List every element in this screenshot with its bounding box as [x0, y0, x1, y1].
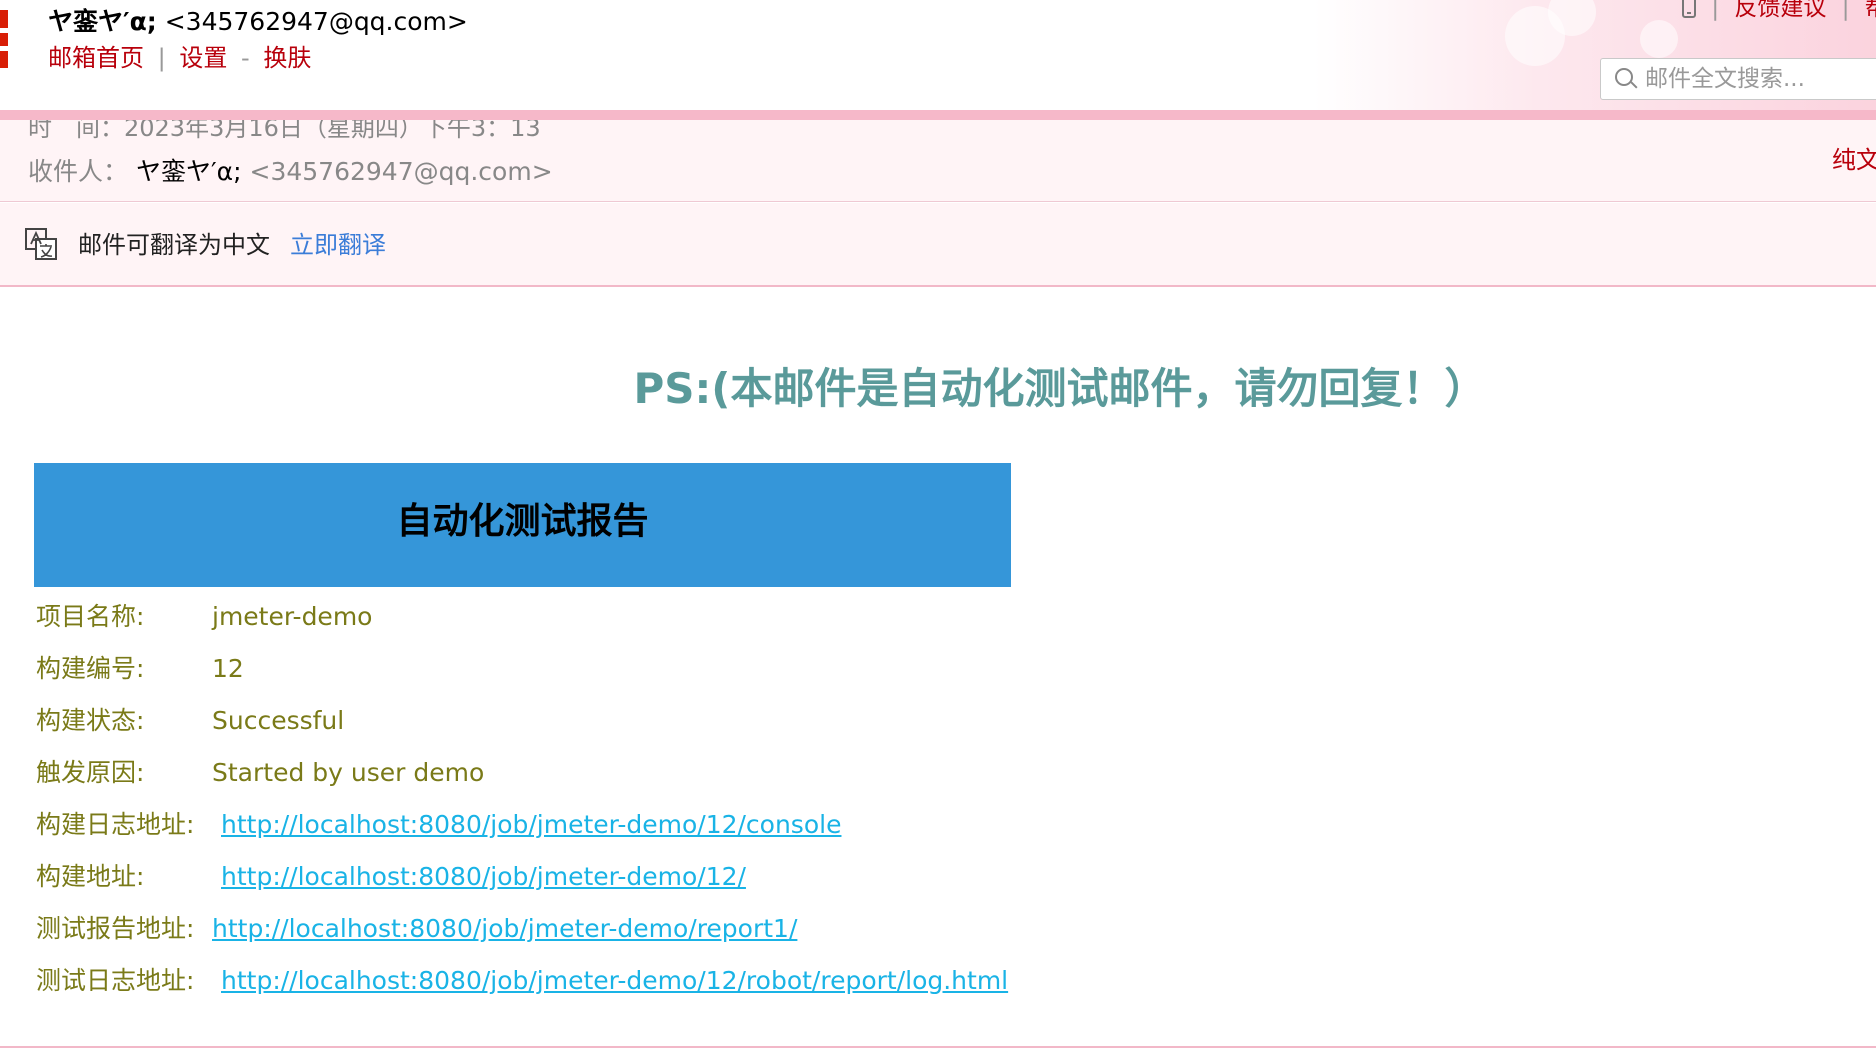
row-build-log-url: 构建日志地址: http://localhost:8080/job/jmeter… [34, 805, 1034, 857]
translate-bar: 邮件可翻译为中文 立即翻译 [0, 203, 1876, 287]
row-label: 项目名称: [36, 602, 145, 631]
decor-petal [1640, 20, 1678, 58]
row-build-url: 构建地址: http://localhost:8080/job/jmeter-d… [34, 857, 1034, 909]
row-label: 构建地址: [36, 862, 145, 891]
build-log-link[interactable]: http://localhost:8080/job/jmeter-demo/12… [221, 810, 841, 839]
row-label: 构建状态: [36, 706, 145, 735]
nav-separator: - [241, 44, 250, 72]
bottom-divider [0, 1046, 1876, 1048]
translate-now-link[interactable]: 立即翻译 [290, 229, 386, 261]
nav-separator: | [157, 44, 166, 72]
row-label: 测试报告地址: [36, 914, 195, 943]
header-divider-bar [0, 110, 1876, 120]
row-label: 构建编号: [36, 654, 145, 683]
feedback-link[interactable]: 反馈建议 [1734, 0, 1826, 21]
nav-mail-home[interactable]: 邮箱首页 [48, 44, 144, 72]
top-link-separator: | [1841, 0, 1850, 21]
top-link-separator: | [1711, 0, 1720, 21]
mail-recipient: 收件人： ヤ銮ヤ′α; <345762947@qq.com> [28, 156, 553, 188]
help-link[interactable]: 帮 [1865, 0, 1876, 21]
row-build-number: 构建编号: 12 [34, 649, 1034, 701]
account-nick: ヤ銮ヤ′α; [48, 7, 157, 36]
top-nav: 邮箱首页 | 设置 - 换肤 [48, 42, 311, 74]
row-value: Started by user demo [212, 758, 485, 787]
report-table: 项目名称: jmeter-demo 构建编号: 12 构建状态: Success… [34, 597, 1034, 1013]
mail-info-panel: 时 间：2023年3月16日（星期四）下午3：13 收件人： ヤ銮ヤ′α; <3… [0, 120, 1876, 202]
report-banner: 自动化测试报告 [34, 463, 1011, 587]
row-value: jmeter-demo [212, 602, 373, 631]
test-report-link[interactable]: http://localhost:8080/job/jmeter-demo/re… [212, 914, 797, 943]
row-project-name: 项目名称: jmeter-demo [34, 597, 1034, 649]
test-log-link[interactable]: http://localhost:8080/job/jmeter-demo/12… [221, 966, 1008, 995]
nav-change-skin[interactable]: 换肤 [263, 44, 311, 72]
row-value: 12 [212, 654, 244, 683]
row-test-log-url: 测试日志地址: http://localhost:8080/job/jmeter… [34, 961, 1034, 1013]
report-title: 自动化测试报告 [396, 501, 649, 542]
row-label: 测试日志地址: [36, 966, 195, 995]
nav-settings[interactable]: 设置 [179, 44, 227, 72]
account-line: ヤ銮ヤ′α; <345762947@qq.com> [48, 6, 468, 38]
translate-prompt: 邮件可翻译为中文 [78, 231, 270, 259]
build-link[interactable]: http://localhost:8080/job/jmeter-demo/12… [221, 862, 746, 891]
row-build-status: 构建状态: Successful [34, 701, 1034, 753]
ps-notice: PS:(本邮件是自动化测试邮件，请勿回复！） [633, 364, 1487, 413]
top-right-links: | 反馈建议 | 帮 [1682, 0, 1876, 24]
translate-icon [25, 228, 57, 260]
search-icon [1615, 68, 1633, 86]
search-input[interactable]: 邮件全文搜索... [1600, 58, 1876, 100]
phone-icon[interactable] [1682, 0, 1696, 18]
row-trigger-cause: 触发原因: Started by user demo [34, 753, 1034, 805]
row-test-report-url: 测试报告地址: http://localhost:8080/job/jmeter… [34, 909, 1034, 961]
row-label: 构建日志地址: [36, 810, 195, 839]
recipient-label: 收件人： [28, 157, 129, 186]
top-header: ヤ銮ヤ′α; <345762947@qq.com> 邮箱首页 | 设置 - 换肤… [0, 0, 1876, 110]
mail-time: 时 间：2023年3月16日（星期四）下午3：13 [28, 120, 541, 142]
account-email: <345762947@qq.com> [164, 7, 468, 36]
search-placeholder: 邮件全文搜索... [1645, 66, 1805, 92]
plain-text-toggle[interactable]: 纯文 [1832, 144, 1876, 176]
mail-logo[interactable] [0, 10, 8, 68]
row-value: Successful [212, 706, 345, 735]
recipient-email: <345762947@qq.com> [249, 157, 553, 186]
recipient-name[interactable]: ヤ銮ヤ′α; [136, 157, 242, 186]
row-label: 触发原因: [36, 758, 145, 787]
